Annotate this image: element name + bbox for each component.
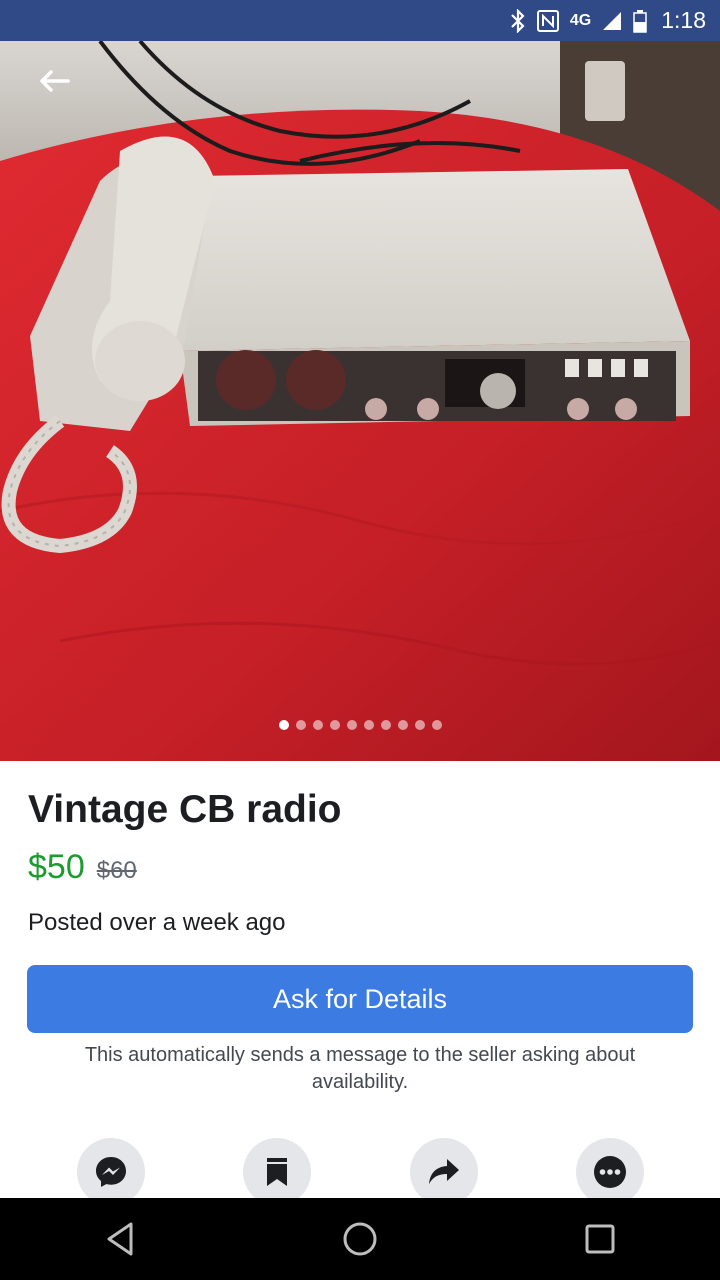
signal-icon xyxy=(601,8,623,34)
page-dot[interactable] xyxy=(295,720,306,730)
back-arrow-icon xyxy=(40,70,70,92)
cb-radio-photo xyxy=(0,41,720,761)
original-price: $60 xyxy=(96,857,137,884)
circle-home-icon xyxy=(343,1222,377,1256)
more-button[interactable] xyxy=(576,1138,644,1198)
nav-recents-button[interactable] xyxy=(570,1209,630,1269)
bookmark-icon xyxy=(267,1158,287,1186)
share-button[interactable] xyxy=(410,1138,478,1198)
messenger-button[interactable] xyxy=(77,1138,145,1198)
nav-home-button[interactable] xyxy=(330,1209,390,1269)
page-dot[interactable] xyxy=(363,720,374,730)
ask-for-details-button[interactable]: Ask for Details xyxy=(27,965,693,1033)
messenger-icon xyxy=(96,1157,126,1187)
page-dot[interactable] xyxy=(397,720,408,730)
clock: 1:18 xyxy=(661,7,706,33)
nfc-icon xyxy=(536,8,560,34)
page-dot[interactable] xyxy=(329,720,340,730)
page-dot[interactable] xyxy=(346,720,357,730)
square-recents-icon xyxy=(585,1224,615,1254)
nav-back-button[interactable] xyxy=(90,1209,150,1269)
current-price: $50 xyxy=(28,848,85,886)
save-button[interactable] xyxy=(243,1138,311,1198)
page-dot[interactable] xyxy=(380,720,391,730)
lte-icon: 4G xyxy=(569,11,592,29)
listing-title: Vintage CB radio xyxy=(28,788,342,831)
status-bar: 4G 1:18 xyxy=(0,0,720,41)
page-dot[interactable] xyxy=(414,720,425,730)
page-dot[interactable] xyxy=(312,720,323,730)
listing-photo[interactable] xyxy=(0,41,720,761)
posted-time: Posted over a week ago xyxy=(28,909,286,936)
navigation-bar xyxy=(0,1198,720,1280)
listing-details: Vintage CB radio $50 $60 Posted over a w… xyxy=(28,786,692,937)
price-row: $50 $60 xyxy=(28,848,692,887)
page-dot-active[interactable] xyxy=(278,720,289,730)
photo-pagination xyxy=(0,720,720,730)
action-row xyxy=(0,1138,720,1198)
battery-icon xyxy=(633,8,647,34)
page-dot[interactable] xyxy=(431,720,442,730)
share-icon xyxy=(429,1159,459,1184)
back-button[interactable] xyxy=(30,61,78,101)
bluetooth-icon xyxy=(510,8,526,34)
triangle-back-icon xyxy=(107,1222,133,1256)
more-icon xyxy=(594,1156,626,1188)
ask-note: This automatically sends a message to th… xyxy=(84,1044,636,1093)
